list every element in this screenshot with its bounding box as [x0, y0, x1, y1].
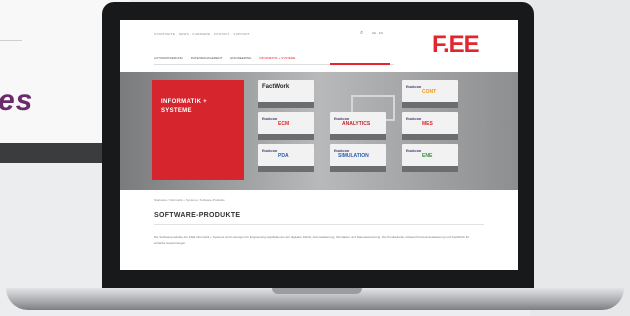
- top-links[interactable]: STARTSEITE · NEWS · KARRIERE · KONTAKT ·…: [154, 32, 250, 36]
- search-icon[interactable]: ⌕: [360, 30, 363, 37]
- product-name: PDA: [278, 153, 289, 159]
- product-name: MES: [422, 121, 433, 127]
- section-divider: [154, 224, 484, 225]
- background-right-area: [530, 0, 630, 316]
- product-name: ENE: [422, 153, 433, 159]
- product-brand: fluxicon: [406, 116, 422, 121]
- product-tile-factwork[interactable]: FactWork: [258, 80, 314, 102]
- product-brand: fluxicon: [406, 148, 422, 153]
- breadcrumb[interactable]: Startseite / Informatik + Systeme / Soft…: [154, 198, 225, 202]
- background-divider: [0, 40, 22, 41]
- product-name: CONT: [422, 89, 437, 95]
- section-title: SOFTWARE-PRODUKTE: [154, 212, 241, 219]
- product-brand: FactWork: [262, 84, 290, 90]
- product-bar: [330, 134, 386, 140]
- product-tile-ecm[interactable]: fluxicon ECM: [258, 112, 314, 134]
- nav-item-datenmanagement[interactable]: DATENMANAGEMENT: [191, 56, 222, 62]
- laptop-screen: STARTSEITE · NEWS · KARRIERE · KONTAKT ·…: [120, 20, 518, 270]
- product-bar: [402, 166, 458, 172]
- product-tile-ene[interactable]: fluxicon ENE: [402, 144, 458, 166]
- product-tile-simulation[interactable]: fluxicon SIMULATION: [330, 144, 386, 166]
- nav-item-informatik[interactable]: INFORMATIK + SYSTEME: [259, 56, 295, 62]
- product-bar: [402, 134, 458, 140]
- hero-red-box: [152, 80, 244, 180]
- nav-item-automatisierung[interactable]: AUTOMATISIERUNG: [154, 56, 183, 62]
- intro-paragraph: Die Softwareprodukte der F.EE Informatik…: [154, 235, 470, 245]
- product-tile-analytics[interactable]: fluxicon ANALYTICS: [330, 112, 386, 134]
- background-slogan: es: [0, 84, 34, 117]
- main-nav: AUTOMATISIERUNG DATENMANAGEMENT ENGINEER…: [154, 56, 399, 62]
- laptop-notch: [272, 288, 362, 294]
- nav-item-engineering[interactable]: ENGINEERING: [230, 56, 251, 62]
- nav-active-indicator: [330, 63, 390, 65]
- product-tile-pda[interactable]: fluxicon PDA: [258, 144, 314, 166]
- fee-logo[interactable]: F.EE: [432, 31, 480, 59]
- product-bar: [258, 102, 314, 108]
- product-brand: fluxicon: [262, 148, 278, 153]
- hero-title-line2: SYSTEME: [161, 108, 192, 114]
- hero-title-line1: INFORMATIK +: [161, 99, 207, 105]
- product-bar: [330, 166, 386, 172]
- product-name: ANALYTICS: [342, 121, 371, 127]
- product-tile-mes[interactable]: fluxicon MES: [402, 112, 458, 134]
- product-bar: [402, 102, 458, 108]
- language-switch[interactable]: DE · EN: [372, 31, 383, 35]
- hero-title: INFORMATIK + SYSTEME: [161, 98, 207, 116]
- product-brand: fluxicon: [262, 116, 278, 121]
- product-bar: [258, 134, 314, 140]
- product-brand: fluxicon: [406, 84, 422, 89]
- product-name: SIMULATION: [338, 153, 369, 159]
- product-name: ECM: [278, 121, 290, 127]
- product-bar: [258, 166, 314, 172]
- product-tile-cont[interactable]: fluxicon CONT: [402, 80, 458, 102]
